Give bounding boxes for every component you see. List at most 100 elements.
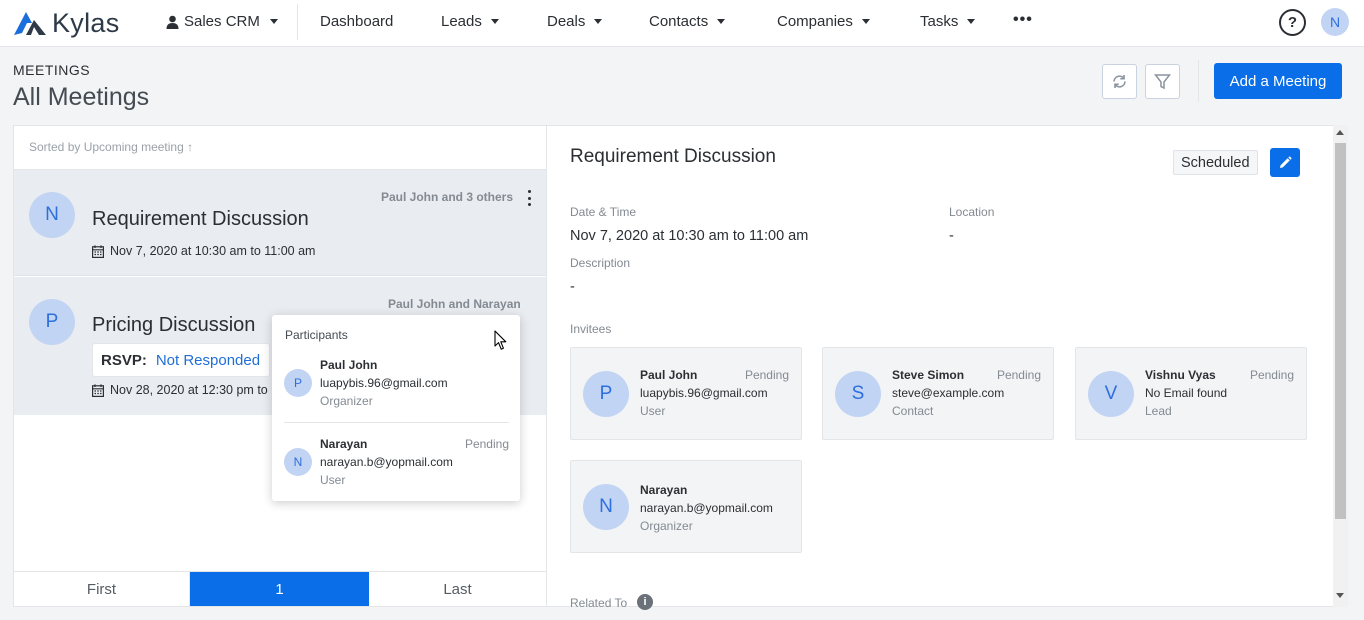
workspace-label: Sales CRM [184,13,260,30]
chevron-down-icon [594,19,603,24]
rsvp-value: Not Responded [155,351,261,369]
chevron-down-icon [861,19,870,24]
calendar-icon [92,244,104,258]
invitees-label: Invitees [570,322,612,336]
chevron-down-icon [490,19,499,24]
participant-role: Organizer [320,394,373,408]
detail-title: Requirement Discussion [570,146,776,167]
invitee-card: S Steve Simon Pending steve@example.com … [822,347,1054,440]
sort-label: Sorted by [29,140,81,154]
meeting-date: Nov 28, 2020 at 12:30 pm to 1 [92,383,278,397]
invitee-email: No Email found [1145,386,1228,400]
nav-deals[interactable]: Deals [547,13,603,30]
pagination-last-button[interactable]: Last [369,572,546,606]
nav-companies[interactable]: Companies [777,13,870,30]
nav-dashboard[interactable]: Dashboard [320,13,393,30]
kebab-menu-icon[interactable] [523,190,535,206]
meeting-participants[interactable]: Paul John and 3 others [381,190,513,204]
sort-indicator[interactable]: Sorted by Upcoming meeting ↑ [29,140,193,154]
workspace-switcher[interactable]: Sales CRM [166,13,278,30]
invitee-role: Organizer [640,519,693,533]
nav-leads[interactable]: Leads [441,13,499,30]
top-navbar: Kylas Sales CRM Dashboard Leads Deals Co… [0,0,1364,47]
more-menu-icon[interactable]: ••• [1013,11,1033,29]
location-value: - [949,228,954,244]
invitee-name: Narayan [640,483,688,497]
invitee-avatar: V [1088,371,1134,417]
meeting-participants[interactable]: Paul John and Narayan [388,297,521,311]
location-label: Location [949,205,995,219]
date-time-label: Date & Time [570,205,637,219]
meeting-date: Nov 7, 2020 at 10:30 am to 11:00 am [92,244,315,258]
invitee-name: Paul John [640,368,698,382]
edit-button[interactable] [1270,148,1300,177]
participant-row: P Paul John luapybis.96@gmail.com Organi… [284,358,509,412]
participant-row: N Narayan Pending narayan.b@yopmail.com … [284,437,509,491]
nav-divider [297,4,298,40]
user-avatar[interactable]: N [1321,8,1349,36]
kylas-logo[interactable]: Kylas [12,8,120,38]
invitee-status: Pending [1249,368,1294,382]
invitee-role: User [640,404,666,418]
participant-email: luapybis.96@gmail.com [320,376,448,390]
page-title: All Meetings [13,83,150,111]
participant-avatar: N [284,448,312,476]
meeting-avatar: P [29,299,75,345]
pencil-icon [1280,155,1292,168]
nav-contacts-label: Contacts [649,13,709,30]
meeting-date-text: Nov 7, 2020 at 10:30 am to 11:00 am [110,244,316,258]
description-label: Description [570,256,631,270]
description-value: - [570,279,575,295]
logo-text: Kylas [52,7,120,38]
scroll-thumb[interactable] [1335,143,1346,519]
date-time-value: Nov 7, 2020 at 10:30 am to 11:00 am [570,228,809,244]
participant-name: Paul John [320,358,378,372]
meeting-avatar: N [29,192,75,238]
pagination-first-button[interactable]: First [14,572,190,606]
participant-avatar: P [284,369,312,397]
refresh-button[interactable] [1102,64,1137,99]
invitee-email: narayan.b@yopmail.com [640,501,773,515]
pagination: First 1 Last [14,571,546,606]
invitee-name: Vishnu Vyas [1145,368,1216,382]
meeting-title: Pricing Discussion [92,314,256,336]
participant-status: Pending [464,437,509,451]
nav-tasks-label: Tasks [920,13,959,30]
participant-name: Narayan [320,437,368,451]
invitee-card: V Vishnu Vyas Pending No Email found Lea… [1075,347,1307,440]
participant-role: User [320,473,346,487]
detail-scrollbar[interactable] [1333,125,1348,607]
invitee-avatar: S [835,371,881,417]
invitee-card: P Paul John Pending luapybis.96@gmail.co… [570,347,802,440]
info-icon[interactable]: i [637,594,653,610]
nav-deals-label: Deals [547,13,586,30]
nav-contacts[interactable]: Contacts [649,13,726,30]
status-badge: Scheduled [1173,150,1258,175]
popover-heading: Participants [285,328,348,342]
nav-tasks[interactable]: Tasks [920,13,976,30]
meeting-card[interactable]: N Requirement Discussion Paul John and 3… [14,170,546,276]
scroll-down-icon[interactable] [1336,593,1344,598]
invitee-role: Lead [1145,404,1172,418]
help-icon[interactable]: ? [1279,9,1306,36]
chevron-down-icon [717,19,726,24]
add-meeting-button[interactable]: Add a Meeting [1214,63,1342,99]
invitee-email: luapybis.96@gmail.com [640,386,768,400]
mouse-cursor-icon [494,330,507,350]
rsvp-status[interactable]: RSVP: Not Responded [92,343,270,377]
invitee-role: Contact [892,404,934,418]
pagination-current-page[interactable]: 1 [190,572,369,606]
calendar-icon [92,383,104,397]
nav-dashboard-label: Dashboard [320,13,394,30]
filter-button[interactable] [1145,64,1180,99]
rsvp-label: RSVP: [101,351,147,369]
participants-popover: Participants P Paul John luapybis.96@gma… [272,315,520,501]
scroll-up-icon[interactable] [1336,130,1344,135]
divider [284,422,509,423]
refresh-icon [1113,75,1126,88]
invitee-avatar: P [583,371,629,417]
filter-icon [1154,74,1171,90]
invitee-email: steve@example.com [892,386,1005,400]
chevron-down-icon [269,19,278,24]
kylas-logo-icon [14,12,46,35]
